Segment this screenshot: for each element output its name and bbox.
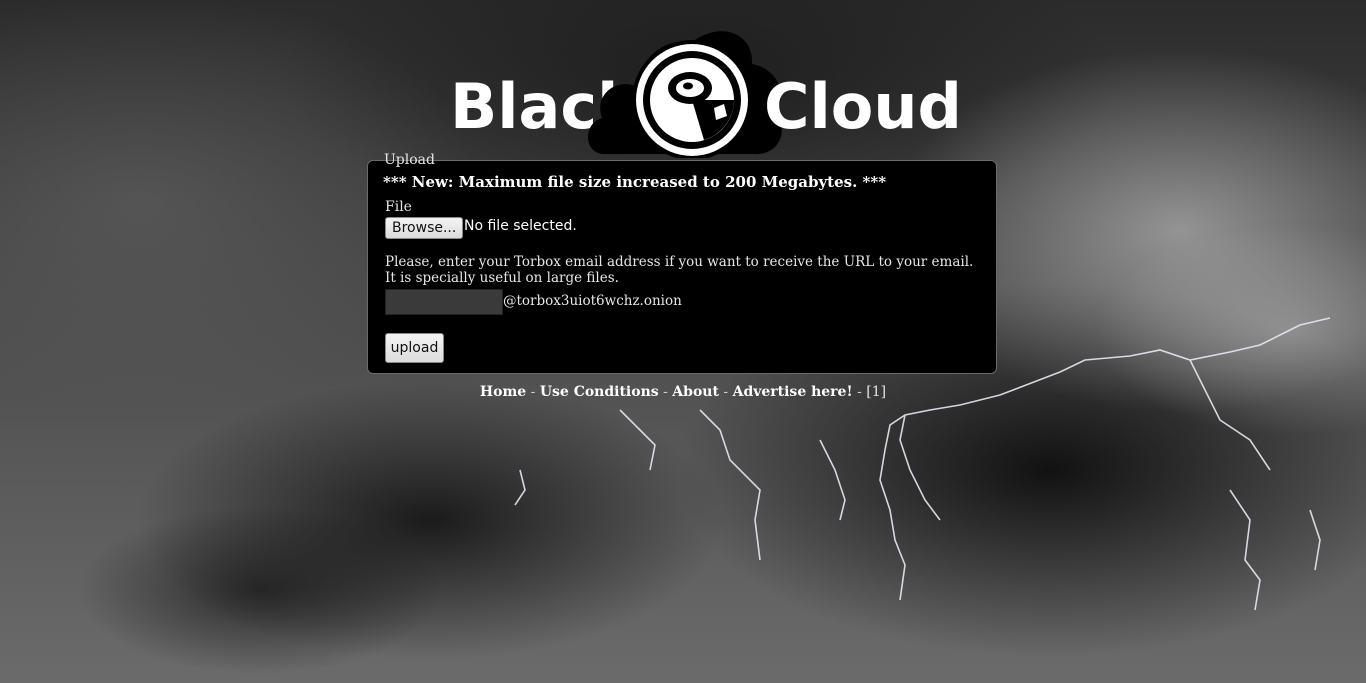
size-notice: *** New: Maximum file size increased to … <box>383 173 887 191</box>
footer-link-home[interactable]: Home <box>480 384 526 400</box>
email-domain-suffix: @torbox3uiot6wchz.onion <box>503 293 682 309</box>
footer-link-about[interactable]: About <box>672 384 719 400</box>
upload-button[interactable]: upload <box>385 333 444 363</box>
footer-link-advertise[interactable]: Advertise here! <box>733 384 853 400</box>
cloud-disc-logo-icon <box>587 31 782 158</box>
footer-link-use-conditions[interactable]: Use Conditions <box>540 384 659 400</box>
footer-separator: - <box>530 384 536 400</box>
footer-separator: - <box>857 384 862 400</box>
email-help-text: Please, enter your Torbox email address … <box>385 254 973 286</box>
email-help-line-1: Please, enter your Torbox email address … <box>385 254 974 270</box>
upload-legend: Upload <box>380 152 439 168</box>
email-username-input[interactable] <box>385 289 503 315</box>
footer-separator: - <box>723 384 729 400</box>
browse-button[interactable]: Browse... <box>385 217 464 239</box>
footer-separator: - <box>663 384 668 400</box>
no-file-status: No file selected. <box>464 218 577 234</box>
upload-fieldset: Upload *** New: Maximum file size increa… <box>367 152 997 374</box>
file-label: File <box>385 199 412 215</box>
email-help-line-2: It is specially useful on large files. <box>385 270 619 286</box>
logo-text-cloud: Cloud <box>764 70 962 143</box>
footer-counter: [1] <box>866 384 887 400</box>
footer-nav: Home - Use Conditions - About - Advertis… <box>0 384 1366 400</box>
site-logo[interactable]: Black Cloud <box>446 16 962 158</box>
